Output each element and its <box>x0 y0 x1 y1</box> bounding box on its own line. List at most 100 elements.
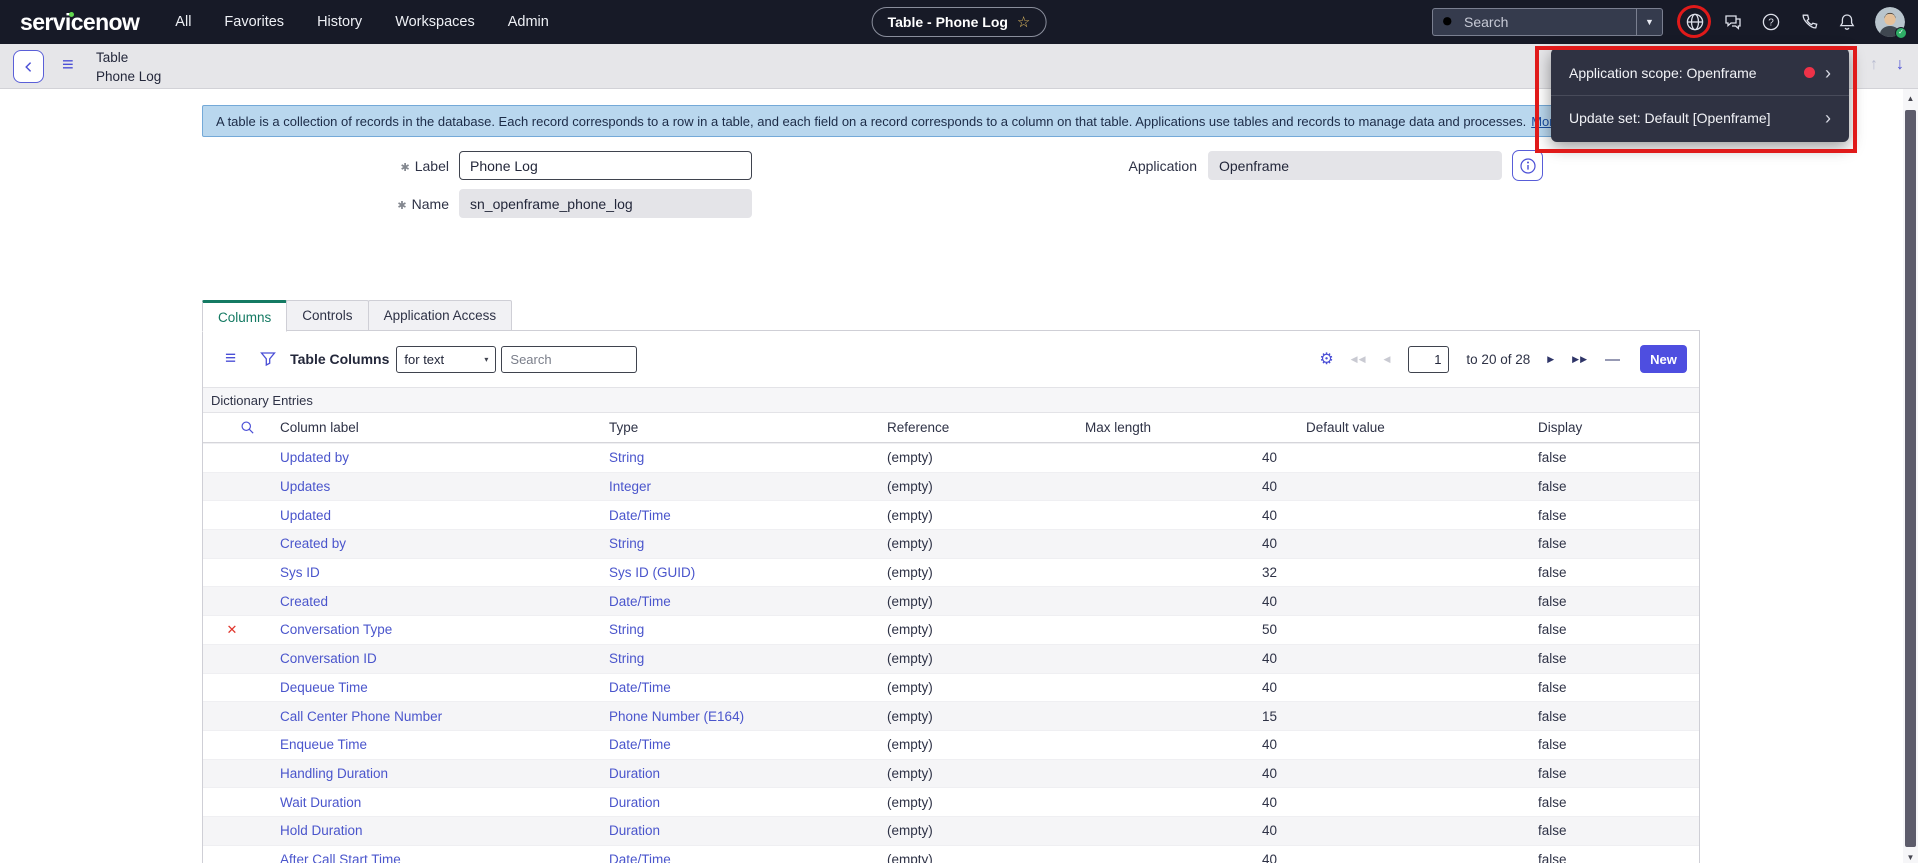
cell-type-link[interactable]: Date/Time <box>589 508 867 523</box>
collapse-list-button[interactable]: — <box>1605 351 1620 368</box>
cell-column-label-link[interactable]: Handling Duration <box>261 766 589 781</box>
favorite-star-icon[interactable]: ☆ <box>1017 13 1030 31</box>
table-row[interactable]: Updated Date/Time (empty) 40 false <box>203 500 1699 529</box>
application-scope-globe-button[interactable] <box>1685 12 1705 32</box>
back-button[interactable] <box>13 50 44 83</box>
cell-type-link[interactable]: Date/Time <box>589 737 867 752</box>
cell-type-link[interactable]: String <box>589 536 867 551</box>
list-menu-button[interactable]: ≡ <box>225 348 236 370</box>
page-number-input[interactable] <box>1408 346 1449 373</box>
header-reference[interactable]: Reference <box>867 420 1065 435</box>
table-row[interactable]: Wait Duration Duration (empty) 40 false <box>203 787 1699 816</box>
table-row[interactable]: After Call Start Time Date/Time (empty) … <box>203 845 1699 863</box>
header-display[interactable]: Display <box>1517 420 1699 435</box>
page-scrollbar[interactable]: ▲ ▼ <box>1903 89 1918 863</box>
scrollbar-down-icon[interactable]: ▼ <box>1903 853 1918 862</box>
global-search-input[interactable]: Search <box>1432 8 1636 36</box>
cell-type-link[interactable]: Duration <box>589 766 867 781</box>
search-field-select[interactable]: for text ▾ <box>396 346 496 373</box>
cell-type-link[interactable]: Integer <box>589 479 867 494</box>
cell-column-label-link[interactable]: Conversation Type <box>261 622 589 637</box>
cell-type-link[interactable]: Sys ID (GUID) <box>589 565 867 580</box>
first-page-button[interactable]: ◀◀ <box>1351 354 1367 365</box>
cell-column-label-link[interactable]: After Call Start Time <box>261 852 589 863</box>
previous-page-button[interactable]: ◀ <box>1384 354 1392 365</box>
cell-type-link[interactable]: Date/Time <box>589 852 867 863</box>
header-type[interactable]: Type <box>589 420 867 435</box>
cell-column-label-link[interactable]: Sys ID <box>261 565 589 580</box>
cell-type-link[interactable]: Phone Number (E164) <box>589 709 867 724</box>
header-max-length[interactable]: Max length <box>1065 420 1285 435</box>
application-info-button[interactable] <box>1512 150 1543 181</box>
nav-item-all[interactable]: All <box>175 14 191 30</box>
application-scope-menu-item[interactable]: Application scope: Openframe › <box>1551 50 1849 95</box>
table-row[interactable]: Conversation ID String (empty) 40 false <box>203 644 1699 673</box>
table-row[interactable]: Hold Duration Duration (empty) 40 false <box>203 816 1699 845</box>
cell-type-link[interactable]: Date/Time <box>589 680 867 695</box>
cell-column-label-link[interactable]: Updated <box>261 508 589 523</box>
cell-column-label-link[interactable]: Enqueue Time <box>261 737 589 752</box>
connect-chat-button[interactable] <box>1723 12 1743 32</box>
cell-type-link[interactable]: String <box>589 622 867 637</box>
header-default-value[interactable]: Default value <box>1285 420 1517 435</box>
cell-column-label-link[interactable]: Created <box>261 594 589 609</box>
search-scope-dropdown-button[interactable]: ▼ <box>1636 8 1663 36</box>
cell-column-label-link[interactable]: Dequeue Time <box>261 680 589 695</box>
next-page-button[interactable]: ▶ <box>1547 354 1555 365</box>
scroll-up-arrow-icon[interactable]: ↑ <box>1870 56 1878 74</box>
notifications-button[interactable] <box>1837 12 1857 32</box>
name-field-input[interactable] <box>459 189 752 218</box>
servicenow-logo[interactable]: servicenow <box>20 9 139 36</box>
header-column-label[interactable]: Column label <box>261 420 589 435</box>
nav-item-workspaces[interactable]: Workspaces <box>395 14 475 30</box>
cell-type-link[interactable]: Duration <box>589 823 867 838</box>
new-record-button[interactable]: New <box>1640 345 1687 373</box>
context-pill[interactable]: Table - Phone Log ☆ <box>872 7 1047 37</box>
tab-application-access[interactable]: Application Access <box>368 300 513 331</box>
context-menu-button[interactable]: ≡ <box>62 55 74 75</box>
label-field-input[interactable] <box>459 151 752 180</box>
scrollbar-up-icon[interactable]: ▲ <box>1903 94 1918 103</box>
application-field-input[interactable] <box>1208 151 1502 180</box>
list-search-input[interactable] <box>501 346 637 373</box>
phone-button[interactable] <box>1799 12 1819 32</box>
table-row[interactable]: Enqueue Time Date/Time (empty) 40 false <box>203 730 1699 759</box>
scroll-down-arrow-icon[interactable]: ↓ <box>1896 56 1904 74</box>
cell-type-link[interactable]: String <box>589 651 867 666</box>
cell-column-label-link[interactable]: Created by <box>261 536 589 551</box>
table-row[interactable]: Dequeue Time Date/Time (empty) 40 false <box>203 673 1699 702</box>
table-row[interactable]: Updated by String (empty) 40 false <box>203 443 1699 472</box>
nav-item-history[interactable]: History <box>317 14 362 30</box>
cell-column-label-link[interactable]: Updates <box>261 479 589 494</box>
table-row[interactable]: Handling Duration Duration (empty) 40 fa… <box>203 759 1699 788</box>
cell-column-label-link[interactable]: Hold Duration <box>261 823 589 838</box>
update-set-menu-item[interactable]: Update set: Default [Openframe] › <box>1551 95 1849 140</box>
tab-columns[interactable]: Columns <box>202 300 287 332</box>
record-tabs: Columns Controls Application Access <box>202 300 511 331</box>
list-filter-button[interactable] <box>260 351 276 367</box>
table-row[interactable]: Updates Integer (empty) 40 false <box>203 472 1699 501</box>
scrollbar-thumb[interactable] <box>1905 110 1916 847</box>
column-search-button[interactable] <box>240 420 255 435</box>
application-field-label: Application <box>1047 158 1197 174</box>
table-row[interactable]: Created Date/Time (empty) 40 false <box>203 586 1699 615</box>
cell-type-link[interactable]: Duration <box>589 795 867 810</box>
tab-controls[interactable]: Controls <box>286 300 368 331</box>
nav-item-admin[interactable]: Admin <box>508 14 549 30</box>
cell-column-label-link[interactable]: Conversation ID <box>261 651 589 666</box>
table-row[interactable]: Created by String (empty) 40 false <box>203 529 1699 558</box>
cell-column-label-link[interactable]: Updated by <box>261 450 589 465</box>
table-row[interactable]: Call Center Phone Number Phone Number (E… <box>203 701 1699 730</box>
user-avatar[interactable]: ✓ <box>1875 7 1905 37</box>
nav-item-favorites[interactable]: Favorites <box>224 14 284 30</box>
cell-type-link[interactable]: Date/Time <box>589 594 867 609</box>
list-settings-gear-icon[interactable]: ⚙ <box>1319 349 1333 369</box>
cell-column-label-link[interactable]: Wait Duration <box>261 795 589 810</box>
help-button[interactable]: ? <box>1761 12 1781 32</box>
table-row[interactable]: ✕ Conversation Type String (empty) 50 fa… <box>203 615 1699 644</box>
last-page-button[interactable]: ▶▶ <box>1572 354 1588 365</box>
cell-type-link[interactable]: String <box>589 450 867 465</box>
scope-dropdown-panel: Application scope: Openframe › Update se… <box>1551 48 1849 142</box>
cell-column-label-link[interactable]: Call Center Phone Number <box>261 709 589 724</box>
table-row[interactable]: Sys ID Sys ID (GUID) (empty) 32 false <box>203 558 1699 587</box>
